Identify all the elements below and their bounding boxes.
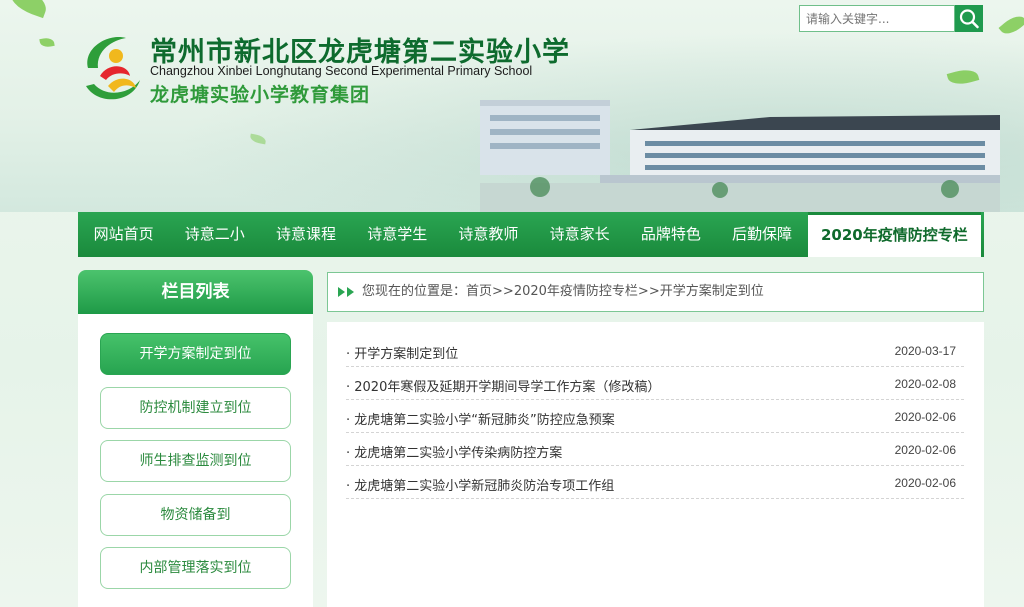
sidebar-item-reopening-plan[interactable]: 开学方案制定到位 bbox=[100, 333, 291, 375]
list-item: 2020年寒假及延期开学期间导学工作方案（修改稿） 2020-02-08 bbox=[346, 367, 964, 400]
article-title-link[interactable]: 龙虎塘第二实验小学“新冠肺炎”防控应急预案 bbox=[346, 409, 614, 428]
breadcrumb-section-link[interactable]: 2020年疫情防控专栏 bbox=[514, 284, 638, 299]
double-arrow-icon bbox=[338, 287, 354, 297]
leaf-decoration bbox=[946, 66, 980, 88]
article-list: 开学方案制定到位 2020-03-17 2020年寒假及延期开学期间导学工作方案… bbox=[327, 322, 984, 607]
nav-item-home[interactable]: 网站首页 bbox=[78, 212, 169, 257]
sidebar-item-prevention-mechanism[interactable]: 防控机制建立到位 bbox=[100, 387, 291, 429]
leaf-decoration bbox=[39, 36, 55, 49]
school-logo-icon bbox=[86, 37, 140, 100]
breadcrumb-prefix: 您现在的位置是： bbox=[362, 284, 467, 299]
breadcrumb-separator: >> bbox=[637, 284, 660, 299]
leaf-decoration bbox=[249, 133, 267, 145]
nav-item-courses[interactable]: 诗意课程 bbox=[260, 212, 351, 257]
sidebar-item-supplies[interactable]: 物资储备到 bbox=[100, 494, 291, 536]
article-title-link[interactable]: 龙虎塘第二实验小学传染病防控方案 bbox=[346, 442, 562, 461]
nav-item-epidemic-column[interactable]: 2020年疫情防控专栏 bbox=[807, 212, 982, 257]
article-date: 2020-02-06 bbox=[894, 476, 956, 490]
sidebar: 开学方案制定到位 防控机制建立到位 师生排查监测到位 物资储备到 内部管理落实到… bbox=[78, 314, 313, 607]
breadcrumb-separator: >> bbox=[492, 284, 514, 299]
education-group-name: 龙虎塘实验小学教育集团 bbox=[150, 84, 371, 106]
search-icon bbox=[959, 9, 979, 29]
nav-item-brand[interactable]: 品牌特色 bbox=[625, 212, 716, 257]
header-banner: 常州市新北区龙虎塘第二实验小学 Changzhou Xinbei Longhut… bbox=[0, 0, 1024, 212]
article-date: 2020-02-06 bbox=[894, 443, 956, 457]
sidebar-item-internal-management[interactable]: 内部管理落实到位 bbox=[100, 547, 291, 589]
breadcrumb: 您现在的位置是：首页>>2020年疫情防控专栏>>开学方案制定到位 bbox=[327, 272, 984, 312]
nav-item-about[interactable]: 诗意二小 bbox=[169, 212, 260, 257]
article-title-link[interactable]: 2020年寒假及延期开学期间导学工作方案（修改稿） bbox=[346, 376, 660, 395]
main-nav: 网站首页 诗意二小 诗意课程 诗意学生 诗意教师 诗意家长 品牌特色 后勤保障 … bbox=[78, 212, 984, 257]
nav-item-parents[interactable]: 诗意家长 bbox=[534, 212, 625, 257]
breadcrumb-home-link[interactable]: 首页 bbox=[466, 284, 492, 299]
search-input[interactable] bbox=[799, 5, 955, 32]
school-title-english: Changzhou Xinbei Longhutang Second Exper… bbox=[150, 64, 533, 78]
list-item: 龙虎塘第二实验小学传染病防控方案 2020-02-06 bbox=[346, 433, 964, 466]
article-date: 2020-03-17 bbox=[894, 344, 956, 358]
article-title-link[interactable]: 开学方案制定到位 bbox=[346, 343, 458, 362]
leaf-decoration bbox=[5, 0, 51, 19]
nav-item-teachers[interactable]: 诗意教师 bbox=[443, 212, 534, 257]
leaf-decoration bbox=[998, 11, 1024, 39]
nav-item-logistics[interactable]: 后勤保障 bbox=[716, 212, 807, 257]
breadcrumb-current-link[interactable]: 开学方案制定到位 bbox=[660, 284, 764, 299]
sidebar-title: 栏目列表 bbox=[78, 270, 313, 314]
search-button[interactable] bbox=[955, 5, 983, 32]
article-title-link[interactable]: 龙虎塘第二实验小学新冠肺炎防治专项工作组 bbox=[346, 475, 614, 494]
nav-item-students[interactable]: 诗意学生 bbox=[352, 212, 443, 257]
sidebar-item-screening[interactable]: 师生排查监测到位 bbox=[100, 440, 291, 482]
campus-building-image bbox=[480, 100, 1000, 212]
list-item: 开学方案制定到位 2020-03-17 bbox=[346, 334, 964, 367]
list-item: 龙虎塘第二实验小学“新冠肺炎”防控应急预案 2020-02-06 bbox=[346, 400, 964, 433]
article-date: 2020-02-08 bbox=[894, 377, 956, 391]
article-date: 2020-02-06 bbox=[894, 410, 956, 424]
list-item: 龙虎塘第二实验小学新冠肺炎防治专项工作组 2020-02-06 bbox=[346, 466, 964, 499]
